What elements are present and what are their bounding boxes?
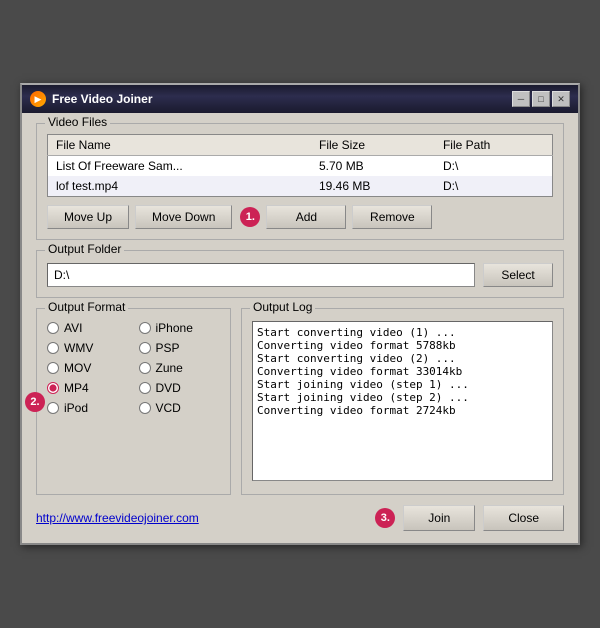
table-row[interactable]: List Of Freeware Sam...5.70 MBD:\	[48, 156, 553, 177]
output-format-label: Output Format	[45, 300, 128, 314]
app-icon: ▶	[30, 91, 46, 107]
format-label-iphone: iPhone	[156, 321, 193, 335]
format-option-mov[interactable]: MOV	[47, 361, 129, 375]
bottom-row: http://www.freevideojoiner.com 3. Join C…	[36, 505, 564, 531]
minimize-button[interactable]: ─	[512, 91, 530, 107]
format-option-dvd[interactable]: DVD	[139, 381, 221, 395]
table-cell-name: lof test.mp4	[48, 176, 312, 197]
step2-badge: 2.	[25, 392, 45, 412]
format-option-vcd[interactable]: VCD	[139, 401, 221, 415]
format-label-psp: PSP	[156, 341, 180, 355]
title-bar: ▶ Free Video Joiner ─ □ ✕	[22, 85, 578, 113]
output-folder-label: Output Folder	[45, 242, 124, 256]
format-grid: AVI iPhone WMV PSP MOV Zune MP4 DVD iPod VCD	[47, 321, 220, 415]
format-option-mp4[interactable]: MP4	[47, 381, 129, 395]
log-textarea[interactable]	[252, 321, 553, 481]
title-controls: ─ □ ✕	[512, 91, 570, 107]
format-label-dvd: DVD	[156, 381, 181, 395]
file-table: File Name File Size File Path List Of Fr…	[47, 134, 553, 197]
video-files-group: Video Files File Name File Size File Pat…	[36, 123, 564, 240]
col-filepath: File Path	[435, 135, 553, 156]
step3-badge: 3.	[375, 508, 395, 528]
table-row[interactable]: lof test.mp419.46 MBD:\	[48, 176, 553, 197]
output-folder-row: Select	[47, 263, 553, 287]
table-cell-path: D:\	[435, 156, 553, 177]
format-label-zune: Zune	[156, 361, 183, 375]
output-folder-group: Output Folder Select	[36, 250, 564, 298]
format-radio-dvd[interactable]	[139, 382, 151, 394]
format-radio-vcd[interactable]	[139, 402, 151, 414]
file-buttons-row: Move Up Move Down 1. Add Remove	[47, 205, 553, 229]
format-label-wmv: WMV	[64, 341, 93, 355]
format-option-avi[interactable]: AVI	[47, 321, 129, 335]
title-bar-left: ▶ Free Video Joiner	[30, 91, 152, 107]
move-up-button[interactable]: Move Up	[47, 205, 129, 229]
format-option-iphone[interactable]: iPhone	[139, 321, 221, 335]
window-title: Free Video Joiner	[52, 92, 152, 106]
format-option-zune[interactable]: Zune	[139, 361, 221, 375]
output-log-group: Output Log	[241, 308, 564, 495]
restore-button[interactable]: □	[532, 91, 550, 107]
video-files-label: Video Files	[45, 115, 110, 129]
format-radio-mp4[interactable]	[47, 382, 59, 394]
remove-button[interactable]: Remove	[352, 205, 432, 229]
output-log-label: Output Log	[250, 300, 315, 314]
table-cell-size: 19.46 MB	[311, 176, 435, 197]
main-window: ▶ Free Video Joiner ─ □ ✕ Video Files Fi…	[20, 83, 580, 545]
format-radio-wmv[interactable]	[47, 342, 59, 354]
format-radio-psp[interactable]	[139, 342, 151, 354]
lower-row: 2. Output Format AVIiPhoneWMVPSPMOVZuneM…	[36, 308, 564, 495]
table-cell-size: 5.70 MB	[311, 156, 435, 177]
format-option-wmv[interactable]: WMV	[47, 341, 129, 355]
format-label-vcd: VCD	[156, 401, 181, 415]
format-radio-zune[interactable]	[139, 362, 151, 374]
close-window-button[interactable]: ✕	[552, 91, 570, 107]
step1-badge: 1.	[240, 207, 260, 227]
table-cell-path: D:\	[435, 176, 553, 197]
format-radio-iphone[interactable]	[139, 322, 151, 334]
output-path-input[interactable]	[47, 263, 475, 287]
format-option-ipod[interactable]: iPod	[47, 401, 129, 415]
format-label-mov: MOV	[64, 361, 91, 375]
website-link[interactable]: http://www.freevideojoiner.com	[36, 511, 199, 525]
format-radio-mov[interactable]	[47, 362, 59, 374]
col-filename: File Name	[48, 135, 312, 156]
table-cell-name: List Of Freeware Sam...	[48, 156, 312, 177]
format-label-ipod: iPod	[64, 401, 88, 415]
close-button[interactable]: Close	[483, 505, 564, 531]
format-option-psp[interactable]: PSP	[139, 341, 221, 355]
format-label-avi: AVI	[64, 321, 82, 335]
col-filesize: File Size	[311, 135, 435, 156]
window-content: Video Files File Name File Size File Pat…	[22, 113, 578, 543]
format-radio-avi[interactable]	[47, 322, 59, 334]
join-button[interactable]: Join	[403, 505, 475, 531]
format-radio-ipod[interactable]	[47, 402, 59, 414]
bottom-buttons: 3. Join Close	[373, 505, 564, 531]
move-down-button[interactable]: Move Down	[135, 205, 232, 229]
output-format-group: 2. Output Format AVIiPhoneWMVPSPMOVZuneM…	[36, 308, 231, 495]
select-button[interactable]: Select	[483, 263, 553, 287]
add-button[interactable]: Add	[266, 205, 346, 229]
format-label-mp4: MP4	[64, 381, 89, 395]
